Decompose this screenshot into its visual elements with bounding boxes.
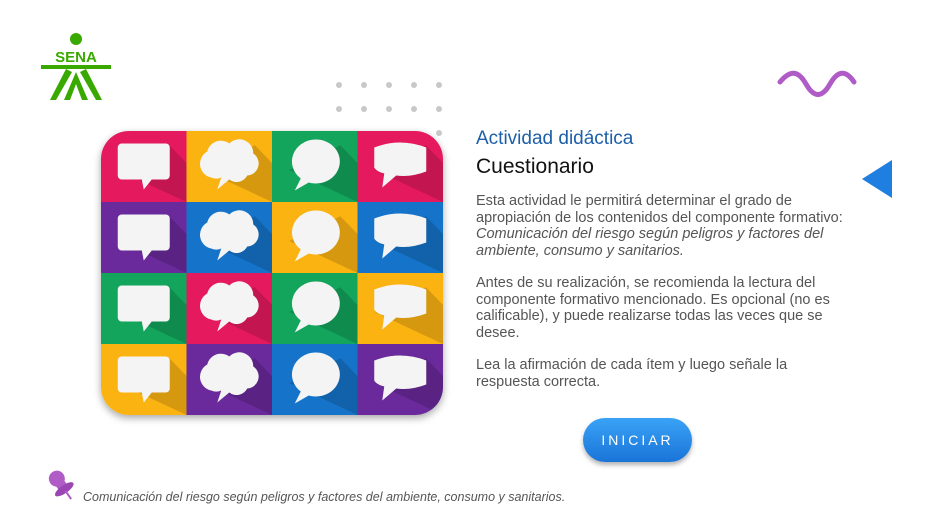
paragraph-recommendation: Antes de su realización, se recomienda l… [476,275,830,341]
start-button[interactable]: INICIAR [583,418,692,462]
speech-bubble-tile [272,202,358,274]
speech-bubble-tile [186,131,273,203]
wave-icon [777,70,857,97]
speech-bubble-tile [101,273,187,345]
speech-bubble-tile [186,202,273,274]
speech-bubble-tile [272,131,358,203]
triangle-left-icon [862,160,892,198]
speech-bubble-tile [272,273,358,345]
footer-caption: Comunicación del riesgo según peligros y… [83,490,566,504]
speech-bubbles-grid [101,131,443,415]
back-arrow-button[interactable] [858,158,894,200]
speech-bubble-tile [186,273,273,345]
speech-bubble-tile [186,344,273,415]
speech-bubble-tile [357,344,443,415]
speech-bubble-tile [357,131,443,203]
instructions: Esta actividad le permitirá determinar e… [476,193,846,406]
logo-text: SENA [55,49,97,66]
paragraph-intro-topic: Comunicación del riesgo según peligros y… [476,226,824,259]
sena-logo-icon: SENA [41,33,111,100]
speech-bubble-tile [101,344,187,415]
activity-subtitle: Actividad didáctica [476,128,634,149]
speech-bubble-tile [357,273,443,345]
activity-title: Cuestionario [476,155,594,178]
speech-bubble-tile [101,202,187,274]
speech-bubbles-image [101,131,443,415]
speech-bubble-tile [357,202,443,274]
speech-bubble-tile [272,344,358,415]
speech-bubble-tile [101,131,187,203]
paragraph-intro: Esta actividad le permitirá determinar e… [476,193,846,259]
pushpin-icon [48,470,74,500]
paragraph-intro-text: Esta actividad le permitirá determinar e… [476,193,843,226]
paragraph-instruction: Lea la afirmación de cada ítem y luego s… [476,357,788,390]
